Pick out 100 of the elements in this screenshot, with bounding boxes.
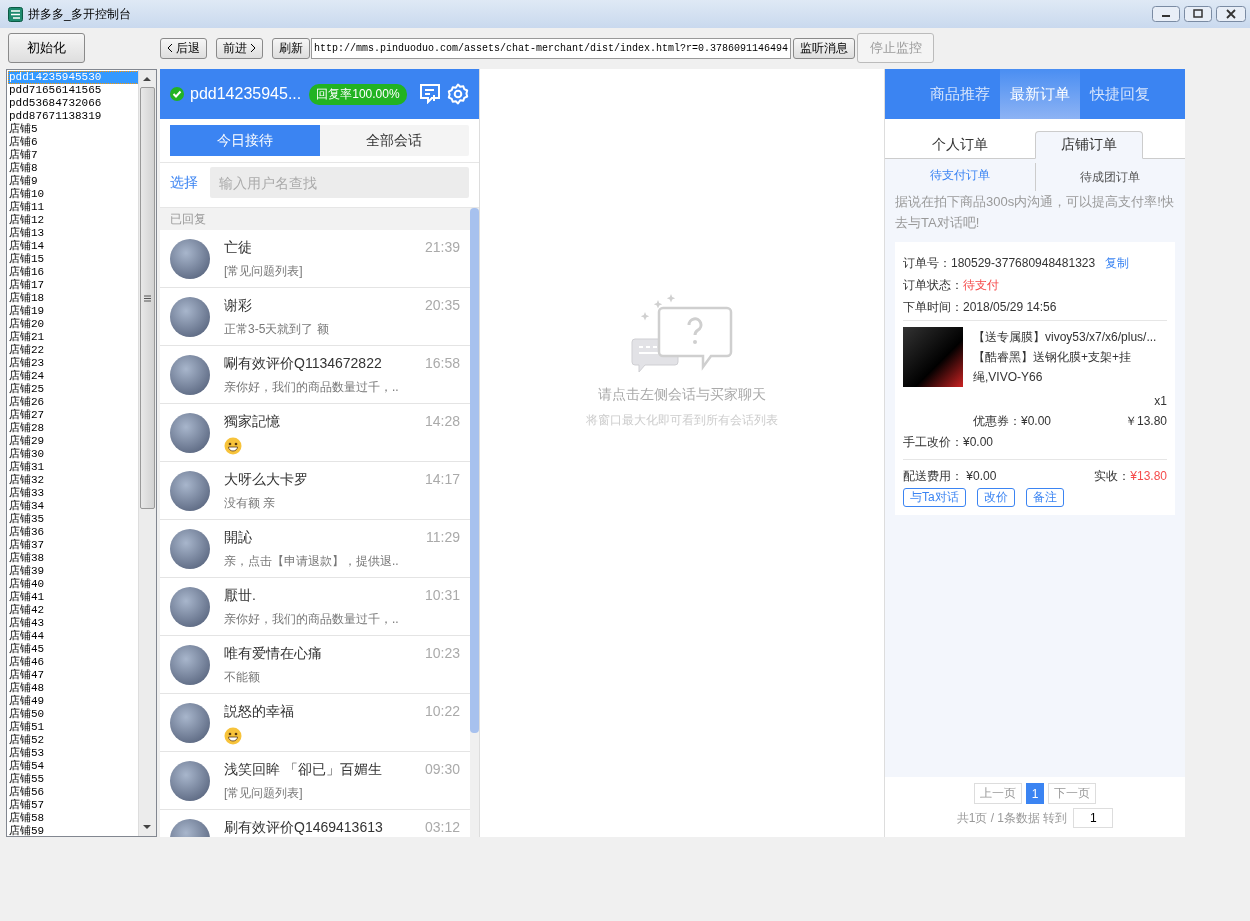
shop-list-item[interactable]: pdd87671138319 bbox=[8, 110, 138, 123]
conversation-tab[interactable]: 全部会话 bbox=[319, 125, 469, 156]
shop-list-item[interactable]: 店铺25 bbox=[8, 383, 138, 396]
shop-list-item[interactable]: 店铺51 bbox=[8, 721, 138, 734]
scrollbar-thumb[interactable] bbox=[470, 208, 479, 733]
received-label: 实收： bbox=[1094, 469, 1131, 483]
conversation-item[interactable]: 唰有效评价Q1134672822 16:58 亲你好，我们的商品数量过千，.. bbox=[160, 346, 470, 404]
shop-list-item[interactable]: 店铺59 bbox=[8, 825, 138, 836]
conversation-item[interactable]: 刷有效评价Q1469413613 03:12 bbox=[160, 810, 470, 837]
shop-list-item[interactable]: 店铺57 bbox=[8, 799, 138, 812]
user-search-field[interactable]: 输入用户名查找 bbox=[210, 167, 469, 198]
shop-list-item[interactable]: 店铺39 bbox=[8, 565, 138, 578]
shop-list-item[interactable]: 店铺22 bbox=[8, 344, 138, 357]
url-field[interactable]: http://mms.pinduoduo.com/assets/chat-merchant/dist/index.html?r=0.3786091146494 bbox=[311, 37, 791, 59]
shop-list-item[interactable]: 店铺7 bbox=[8, 149, 138, 162]
shop-list-item[interactable]: 店铺46 bbox=[8, 656, 138, 669]
order-filter-tab[interactable]: 待成团订单 bbox=[1034, 163, 1185, 191]
order-tab[interactable]: 个人订单 bbox=[885, 131, 1035, 159]
shop-list-item[interactable]: 店铺47 bbox=[8, 669, 138, 682]
close-icon[interactable] bbox=[1216, 6, 1246, 22]
shop-list-item[interactable]: 店铺37 bbox=[8, 539, 138, 552]
shop-list-item[interactable]: 店铺50 bbox=[8, 708, 138, 721]
shop-list-item[interactable]: 店铺10 bbox=[8, 188, 138, 201]
shop-list-item[interactable]: pdd71656141565 bbox=[8, 84, 138, 97]
shop-list-item[interactable]: 店铺42 bbox=[8, 604, 138, 617]
scrollbar-thumb[interactable] bbox=[140, 87, 155, 509]
minimize-icon[interactable] bbox=[1152, 6, 1180, 22]
select-link[interactable]: 选择 bbox=[170, 173, 198, 192]
order-action-button[interactable]: 改价 bbox=[976, 488, 1015, 507]
init-button[interactable]: 初始化 bbox=[8, 33, 85, 63]
listen-button[interactable]: 监听消息 bbox=[793, 37, 855, 59]
shop-list-item[interactable]: 店铺35 bbox=[8, 513, 138, 526]
shop-list-item[interactable]: 店铺11 bbox=[8, 201, 138, 214]
conversation-tab[interactable]: 今日接待 bbox=[170, 125, 320, 156]
shop-list-item[interactable]: 店铺58 bbox=[8, 812, 138, 825]
window-title: 拼多多_多开控制台 bbox=[28, 5, 132, 23]
conversation-item[interactable]: 亡徒 21:39 [常见问题列表] bbox=[160, 230, 470, 288]
copy-link[interactable]: 复制 bbox=[1105, 254, 1130, 272]
order-filter-tab[interactable]: 待支付订单 bbox=[885, 159, 1035, 191]
shop-list-item[interactable]: 店铺41 bbox=[8, 591, 138, 604]
chevron-left-icon bbox=[167, 43, 173, 53]
shop-list-item[interactable]: 店铺15 bbox=[8, 253, 138, 266]
shop-list-item[interactable]: 店铺30 bbox=[8, 448, 138, 461]
order-tab[interactable]: 店铺订单 bbox=[1035, 131, 1143, 159]
shop-list-item[interactable]: 店铺45 bbox=[8, 643, 138, 656]
shop-list-item[interactable]: 店铺20 bbox=[8, 318, 138, 331]
conversation-item[interactable]: 厭丗. 10:31 亲你好，我们的商品数量过千，.. bbox=[160, 578, 470, 636]
shop-list-item[interactable]: 店铺17 bbox=[8, 279, 138, 292]
conversation-item[interactable]: 谢彩 20:35 正常3-5天就到了 额 bbox=[160, 288, 470, 346]
shop-list-item[interactable]: 店铺49 bbox=[8, 695, 138, 708]
shop-list-item[interactable]: 店铺9 bbox=[8, 175, 138, 188]
shop-list-item[interactable]: 店铺5 bbox=[8, 123, 138, 136]
shop-list-item[interactable]: 店铺12 bbox=[8, 214, 138, 227]
goto-page-field[interactable]: 1 bbox=[1073, 808, 1114, 828]
order-action-button[interactable]: 备注 bbox=[1025, 488, 1064, 507]
shop-list-item[interactable]: 店铺28 bbox=[8, 422, 138, 435]
shop-list-item[interactable]: 店铺54 bbox=[8, 760, 138, 773]
shop-list-item[interactable]: 店铺27 bbox=[8, 409, 138, 422]
shop-list-item[interactable]: 店铺55 bbox=[8, 773, 138, 786]
refresh-button[interactable]: 刷新 bbox=[272, 37, 310, 59]
shop-list-item[interactable]: 店铺44 bbox=[8, 630, 138, 643]
shop-list-item[interactable]: 店铺52 bbox=[8, 734, 138, 747]
conversation-item[interactable]: 浅笑回眸 「卻已」百媚生 09:30 [常见问题列表] bbox=[160, 752, 470, 810]
conversation-item[interactable]: 唯有爱情在心痛 10:23 不能额 bbox=[160, 636, 470, 694]
shop-list-item[interactable]: 店铺24 bbox=[8, 370, 138, 383]
shop-list-item[interactable]: 店铺19 bbox=[8, 305, 138, 318]
maximize-icon[interactable] bbox=[1184, 6, 1212, 22]
page-button[interactable]: 1 bbox=[1025, 783, 1045, 804]
shop-list-item[interactable]: 店铺29 bbox=[8, 435, 138, 448]
shop-list-item[interactable]: 店铺34 bbox=[8, 500, 138, 513]
shop-list-item[interactable]: 店铺53 bbox=[8, 747, 138, 760]
forward-button[interactable]: 前进 bbox=[216, 37, 263, 59]
shop-list-item[interactable]: 店铺13 bbox=[8, 227, 138, 240]
shop-list-item[interactable]: 店铺18 bbox=[8, 292, 138, 305]
settings-icon[interactable] bbox=[446, 83, 469, 105]
shop-list-item[interactable]: 店铺6 bbox=[8, 136, 138, 149]
shop-list-item[interactable]: 店铺23 bbox=[8, 357, 138, 370]
shop-list-item[interactable]: 店铺16 bbox=[8, 266, 138, 279]
shop-list-item[interactable]: 店铺33 bbox=[8, 487, 138, 500]
order-action-button[interactable]: 与Ta对话 bbox=[903, 488, 966, 507]
product-variant: 【酷睿黑】送钢化膜+支架+挂绳,VIVO-Y66 bbox=[973, 349, 1132, 386]
back-button[interactable]: 后退 bbox=[160, 37, 207, 59]
shop-list-item[interactable]: pdd53684732066 bbox=[8, 97, 138, 110]
chat-add-icon[interactable] bbox=[418, 84, 441, 104]
conversation-item[interactable]: 開訫 11:29 亲，点击【申请退款】，提供退.. bbox=[160, 520, 470, 578]
shop-list-item[interactable]: 店铺31 bbox=[8, 461, 138, 474]
shop-list-item[interactable]: 店铺14 bbox=[8, 240, 138, 253]
shop-list-item[interactable]: 店铺32 bbox=[8, 474, 138, 487]
shop-list-item[interactable]: 店铺38 bbox=[8, 552, 138, 565]
shop-list-item[interactable]: 店铺8 bbox=[8, 162, 138, 175]
shop-list-item[interactable]: 店铺43 bbox=[8, 617, 138, 630]
conversation-item[interactable]: 獨家記憶 14:28 bbox=[160, 404, 470, 462]
shop-list-item[interactable]: 店铺48 bbox=[8, 682, 138, 695]
conversation-item[interactable]: 大呀么大卡罗 14:17 没有额 亲 bbox=[160, 462, 470, 520]
shop-list-item[interactable]: 店铺56 bbox=[8, 786, 138, 799]
shop-list-item[interactable]: 店铺36 bbox=[8, 526, 138, 539]
conversation-item[interactable]: 説怒的幸福 10:22 bbox=[160, 694, 470, 752]
shop-list-item[interactable]: 店铺21 bbox=[8, 331, 138, 344]
shop-list-item[interactable]: 店铺26 bbox=[8, 396, 138, 409]
shop-list-item[interactable]: 店铺40 bbox=[8, 578, 138, 591]
